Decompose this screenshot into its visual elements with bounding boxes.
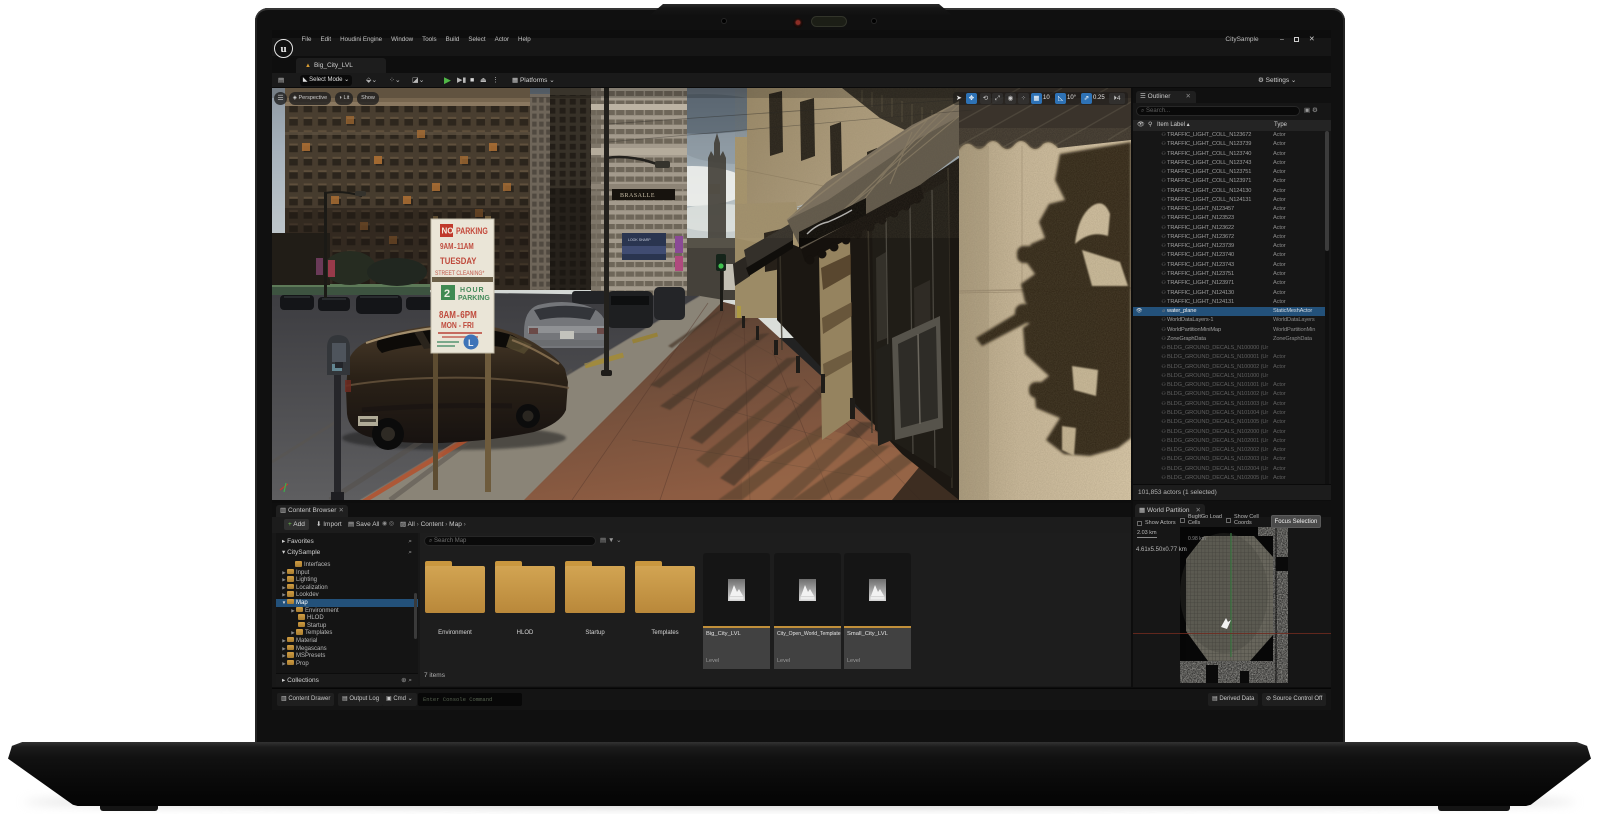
svg-text:PARKING: PARKING (456, 226, 488, 236)
svg-text:STREET CLEANING*: STREET CLEANING* (435, 271, 485, 277)
svg-text:TUESDAY: TUESDAY (440, 255, 477, 266)
svg-text:8AM ̵ 6PM: 8AM ̵ 6PM (439, 309, 477, 320)
svg-text:PARKING: PARKING (458, 295, 490, 302)
svg-text:MON - FRI: MON - FRI (441, 320, 474, 330)
svg-text:LOOK SHARP: LOOK SHARP (628, 238, 651, 242)
svg-text:0.98 km: 0.98 km (1188, 536, 1206, 542)
svg-text:9AM ̵ 11AM: 9AM ̵ 11AM (440, 241, 474, 251)
svg-text:L: L (468, 338, 474, 348)
svg-text:NO: NO (442, 227, 454, 236)
svg-text:HOUR: HOUR (460, 287, 485, 294)
svg-text:BRASALLE: BRASALLE (620, 193, 655, 199)
svg-text:2: 2 (444, 288, 450, 300)
